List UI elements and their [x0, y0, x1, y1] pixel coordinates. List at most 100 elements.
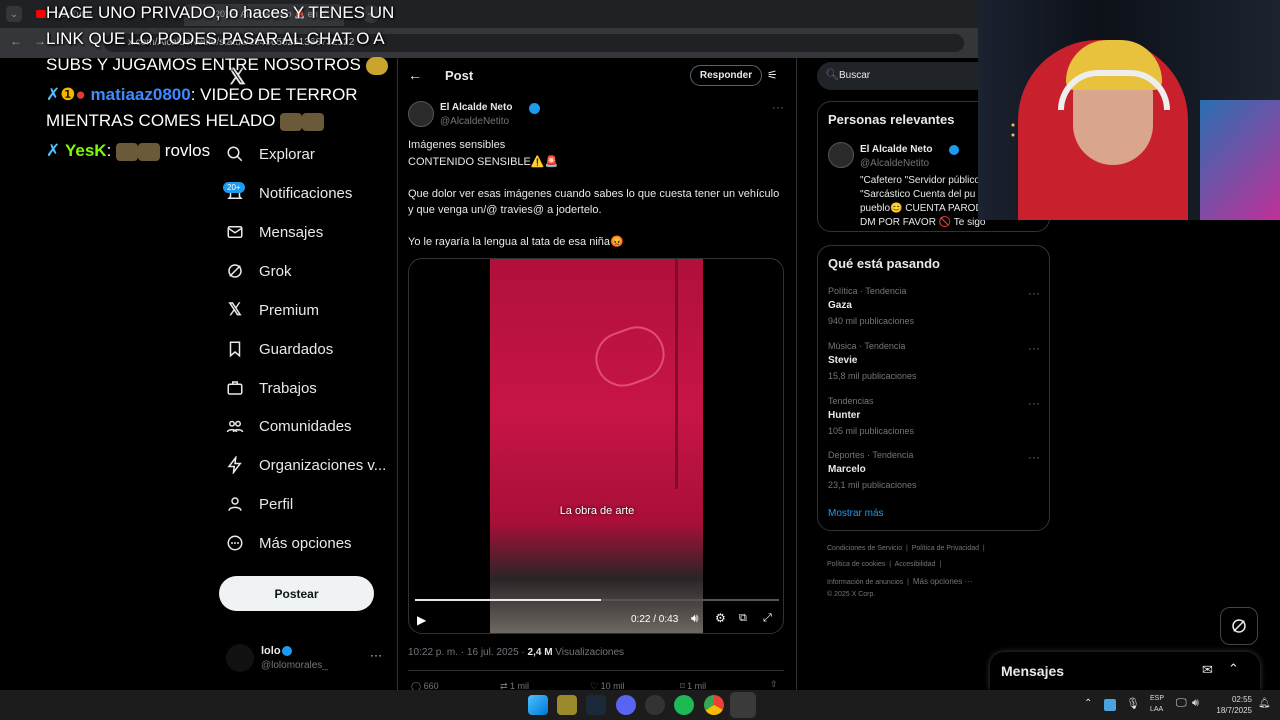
trend-category: Deportes · Tendencia	[828, 450, 914, 460]
account-more-icon[interactable]: ···	[370, 648, 382, 662]
sidebar-item-comunidades[interactable]: Comunidades	[225, 411, 352, 441]
post-meta: 10:22 p. m. · 16 jul. 2025 · 2,4 M Visua…	[408, 647, 624, 658]
privacy-link[interactable]: Política de Privacidad	[912, 545, 979, 552]
volume-icon[interactable]: 🔊︎	[691, 611, 699, 626]
settings-sliders-icon[interactable]: ⚟	[767, 68, 778, 82]
account-switcher[interactable]: lolo @lolomorales_ ···	[224, 640, 389, 676]
grok-float-button[interactable]	[1220, 607, 1258, 645]
author-avatar[interactable]	[408, 101, 434, 127]
trend-category: Tendencias	[828, 396, 874, 406]
trend-more-icon[interactable]: ···	[1028, 286, 1040, 300]
sidebar-item-mas-opciones[interactable]: Más opciones	[225, 528, 352, 558]
spotify-icon[interactable]	[674, 695, 694, 715]
lang-region[interactable]: LAA	[1150, 706, 1163, 713]
relevant-name[interactable]: El Alcalde Neto	[860, 144, 932, 155]
clock-time[interactable]: 02:55	[1216, 695, 1252, 704]
cookies-link[interactable]: Política de cookies	[827, 561, 885, 568]
steam-active-icon[interactable]	[730, 692, 756, 718]
author-name[interactable]: El Alcalde Neto	[440, 102, 512, 113]
start-icon[interactable]	[528, 695, 548, 715]
search-placeholder: Buscar	[839, 70, 871, 81]
tray-app-icon[interactable]	[1104, 699, 1116, 711]
play-icon[interactable]: ▶	[417, 613, 426, 627]
pip-icon[interactable]: ⧉	[739, 612, 747, 625]
network-icon[interactable]: 🖵︎	[1176, 697, 1187, 710]
trend-more-icon[interactable]: ···	[1028, 450, 1040, 464]
tab-list-button[interactable]: ⌄	[6, 6, 22, 22]
obs-icon[interactable]	[645, 695, 665, 715]
trend-count: 940 mil publicaciones	[828, 316, 915, 326]
sidebar-item-organizaciones[interactable]: Organizaciones v...	[225, 450, 386, 480]
ads-info-link[interactable]: Información de anuncios	[827, 579, 903, 586]
sidebar-item-label: Notificaciones	[259, 184, 353, 202]
post-views-label: Visualizaciones	[552, 647, 625, 658]
clock-date[interactable]: 18/7/2025	[1206, 706, 1252, 715]
lang-code[interactable]: ESP	[1150, 695, 1164, 702]
sidebar-item-label: Premium	[259, 301, 320, 319]
expand-icon[interactable]: ⌃	[1228, 661, 1239, 677]
trend-item[interactable]: Tendencias Hunter 105 mil publicaciones …	[828, 396, 1040, 438]
post-text-line1: Imágenes sensibles	[408, 139, 506, 151]
trend-item[interactable]: Deportes · Tendencia Marcelo 23,1 mil pu…	[828, 450, 1040, 492]
more-options-link[interactable]: Más opciones ···	[913, 577, 973, 586]
like-stat[interactable]: ♡ 10 mil	[590, 681, 625, 690]
sidebar-item-notificaciones[interactable]: Notificaciones	[225, 178, 352, 208]
trend-category: Política · Tendencia	[828, 286, 907, 296]
sidebar-item-premium[interactable]: 𝕏 Premium	[225, 295, 319, 325]
post-views-count: 2,4 M	[527, 647, 553, 658]
trend-name: Marcelo	[828, 464, 866, 475]
sword-icon: ✗	[46, 141, 61, 160]
relevant-avatar[interactable]	[828, 142, 854, 168]
gear-icon[interactable]: ⚙	[715, 611, 726, 625]
sidebar-item-perfil[interactable]: Perfil	[225, 489, 293, 519]
sidebar-item-guardados[interactable]: Guardados	[225, 334, 333, 364]
trend-item[interactable]: Música · Tendencia Stevie 15,8 mil publi…	[828, 341, 1040, 383]
sidebar-item-grok[interactable]: Grok	[225, 256, 292, 286]
new-message-icon[interactable]: ✉	[1202, 662, 1213, 678]
bookmark-stat[interactable]: ⌑ 1 mil	[680, 681, 706, 690]
tray-chevron-icon[interactable]: ⌃	[1084, 698, 1092, 709]
sidebar-item-trabajos[interactable]: Trabajos	[225, 373, 317, 403]
reply-icon: ◯	[411, 681, 424, 690]
fullscreen-icon[interactable]: ⤢	[763, 612, 772, 625]
lightning-icon	[225, 455, 245, 475]
steam-icon[interactable]	[586, 695, 606, 715]
show-more-link[interactable]: Mostrar más	[828, 508, 884, 519]
messages-drawer[interactable]: Mensajes ✉ ⌃	[990, 652, 1260, 690]
copyright: © 2025 X Corp.	[827, 591, 876, 598]
reply-stat[interactable]: ◯ 660	[411, 681, 439, 690]
terms-link[interactable]: Condiciones de Servicio	[827, 545, 902, 552]
sidebar-item-label: Guardados	[259, 340, 334, 358]
microphone-icon[interactable]: 🎙︎	[1126, 697, 1140, 710]
x-icon: 𝕏	[228, 300, 242, 319]
trend-item[interactable]: Política · Tendencia Gaza 940 mil public…	[828, 286, 1040, 328]
explorer-icon[interactable]	[557, 695, 577, 715]
sidebar-item-label: Perfil	[259, 495, 294, 513]
trend-name: Hunter	[828, 410, 861, 421]
discord-icon[interactable]	[616, 695, 636, 715]
sidebar-item-mensajes[interactable]: Mensajes	[225, 217, 323, 247]
forward-button[interactable]: →	[34, 34, 46, 48]
back-button[interactable]: ←	[10, 34, 22, 48]
back-arrow-icon[interactable]: ←	[408, 67, 422, 83]
post-button[interactable]: Postear	[219, 576, 374, 611]
share-icon[interactable]: ⇧	[770, 679, 778, 690]
accessibility-link[interactable]: Accesibilidad	[895, 561, 936, 568]
volume-icon[interactable]: 🔊︎	[1192, 697, 1199, 710]
trend-more-icon[interactable]: ···	[1028, 341, 1040, 355]
chrome-icon[interactable]	[704, 695, 724, 715]
account-name: lolo	[261, 645, 281, 657]
door-handle	[587, 318, 673, 395]
chat-username: YesK	[64, 141, 107, 160]
relevant-handle[interactable]: @AlcaldeNetito	[860, 158, 929, 169]
repost-stat[interactable]: ⇄ 1 mil	[500, 681, 529, 690]
video-player[interactable]: La obra de arte ▶ 0:22 / 0:43 🔊︎ ⚙ ⧉ ⤢	[408, 258, 784, 634]
reply-button[interactable]: Responder	[690, 65, 762, 86]
video-frame	[490, 259, 703, 633]
trends-title: Qué está pasando	[828, 256, 940, 271]
author-handle[interactable]: @AlcaldeNetito	[440, 116, 509, 127]
messages-title: Mensajes	[1001, 663, 1065, 679]
notification-center-icon[interactable]: 🔔︎	[1258, 698, 1271, 709]
trend-more-icon[interactable]: ···	[1028, 396, 1040, 410]
post-more-icon[interactable]: ···	[772, 100, 784, 114]
